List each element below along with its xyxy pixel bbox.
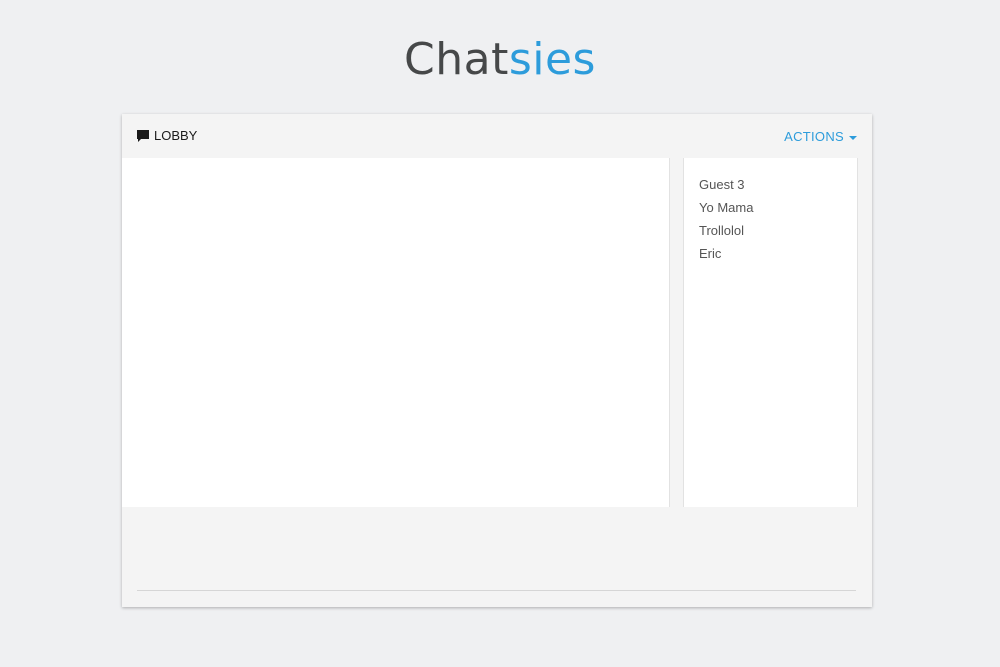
actions-label: ACTIONS bbox=[784, 129, 844, 144]
user-list-item[interactable]: Eric bbox=[699, 246, 857, 269]
user-list-item[interactable]: Trollolol bbox=[699, 223, 857, 246]
chat-bubble-icon bbox=[136, 129, 150, 143]
room-title: LOBBY bbox=[136, 128, 197, 143]
user-list-item[interactable]: Guest 3 bbox=[699, 177, 857, 200]
panel-header: LOBBY ACTIONS bbox=[122, 114, 872, 158]
messages-area[interactable] bbox=[122, 158, 670, 507]
room-name: LOBBY bbox=[154, 128, 198, 143]
user-list: Guest 3 Yo Mama Trollolol Eric bbox=[684, 158, 857, 269]
message-composer bbox=[122, 507, 872, 607]
actions-dropdown-button[interactable]: ACTIONS bbox=[784, 129, 857, 144]
chat-panel: LOBBY ACTIONS Guest 3 Yo Mama Trollolol … bbox=[122, 114, 872, 607]
caret-down-icon bbox=[849, 135, 857, 140]
logo-text-chat: Chat bbox=[404, 34, 509, 85]
message-input[interactable] bbox=[137, 562, 856, 591]
user-list-item[interactable]: Yo Mama bbox=[699, 200, 857, 223]
user-list-panel: Guest 3 Yo Mama Trollolol Eric bbox=[683, 158, 858, 507]
app-logo: Chatsies bbox=[0, 30, 1000, 90]
logo-text-sies: sies bbox=[508, 34, 596, 85]
